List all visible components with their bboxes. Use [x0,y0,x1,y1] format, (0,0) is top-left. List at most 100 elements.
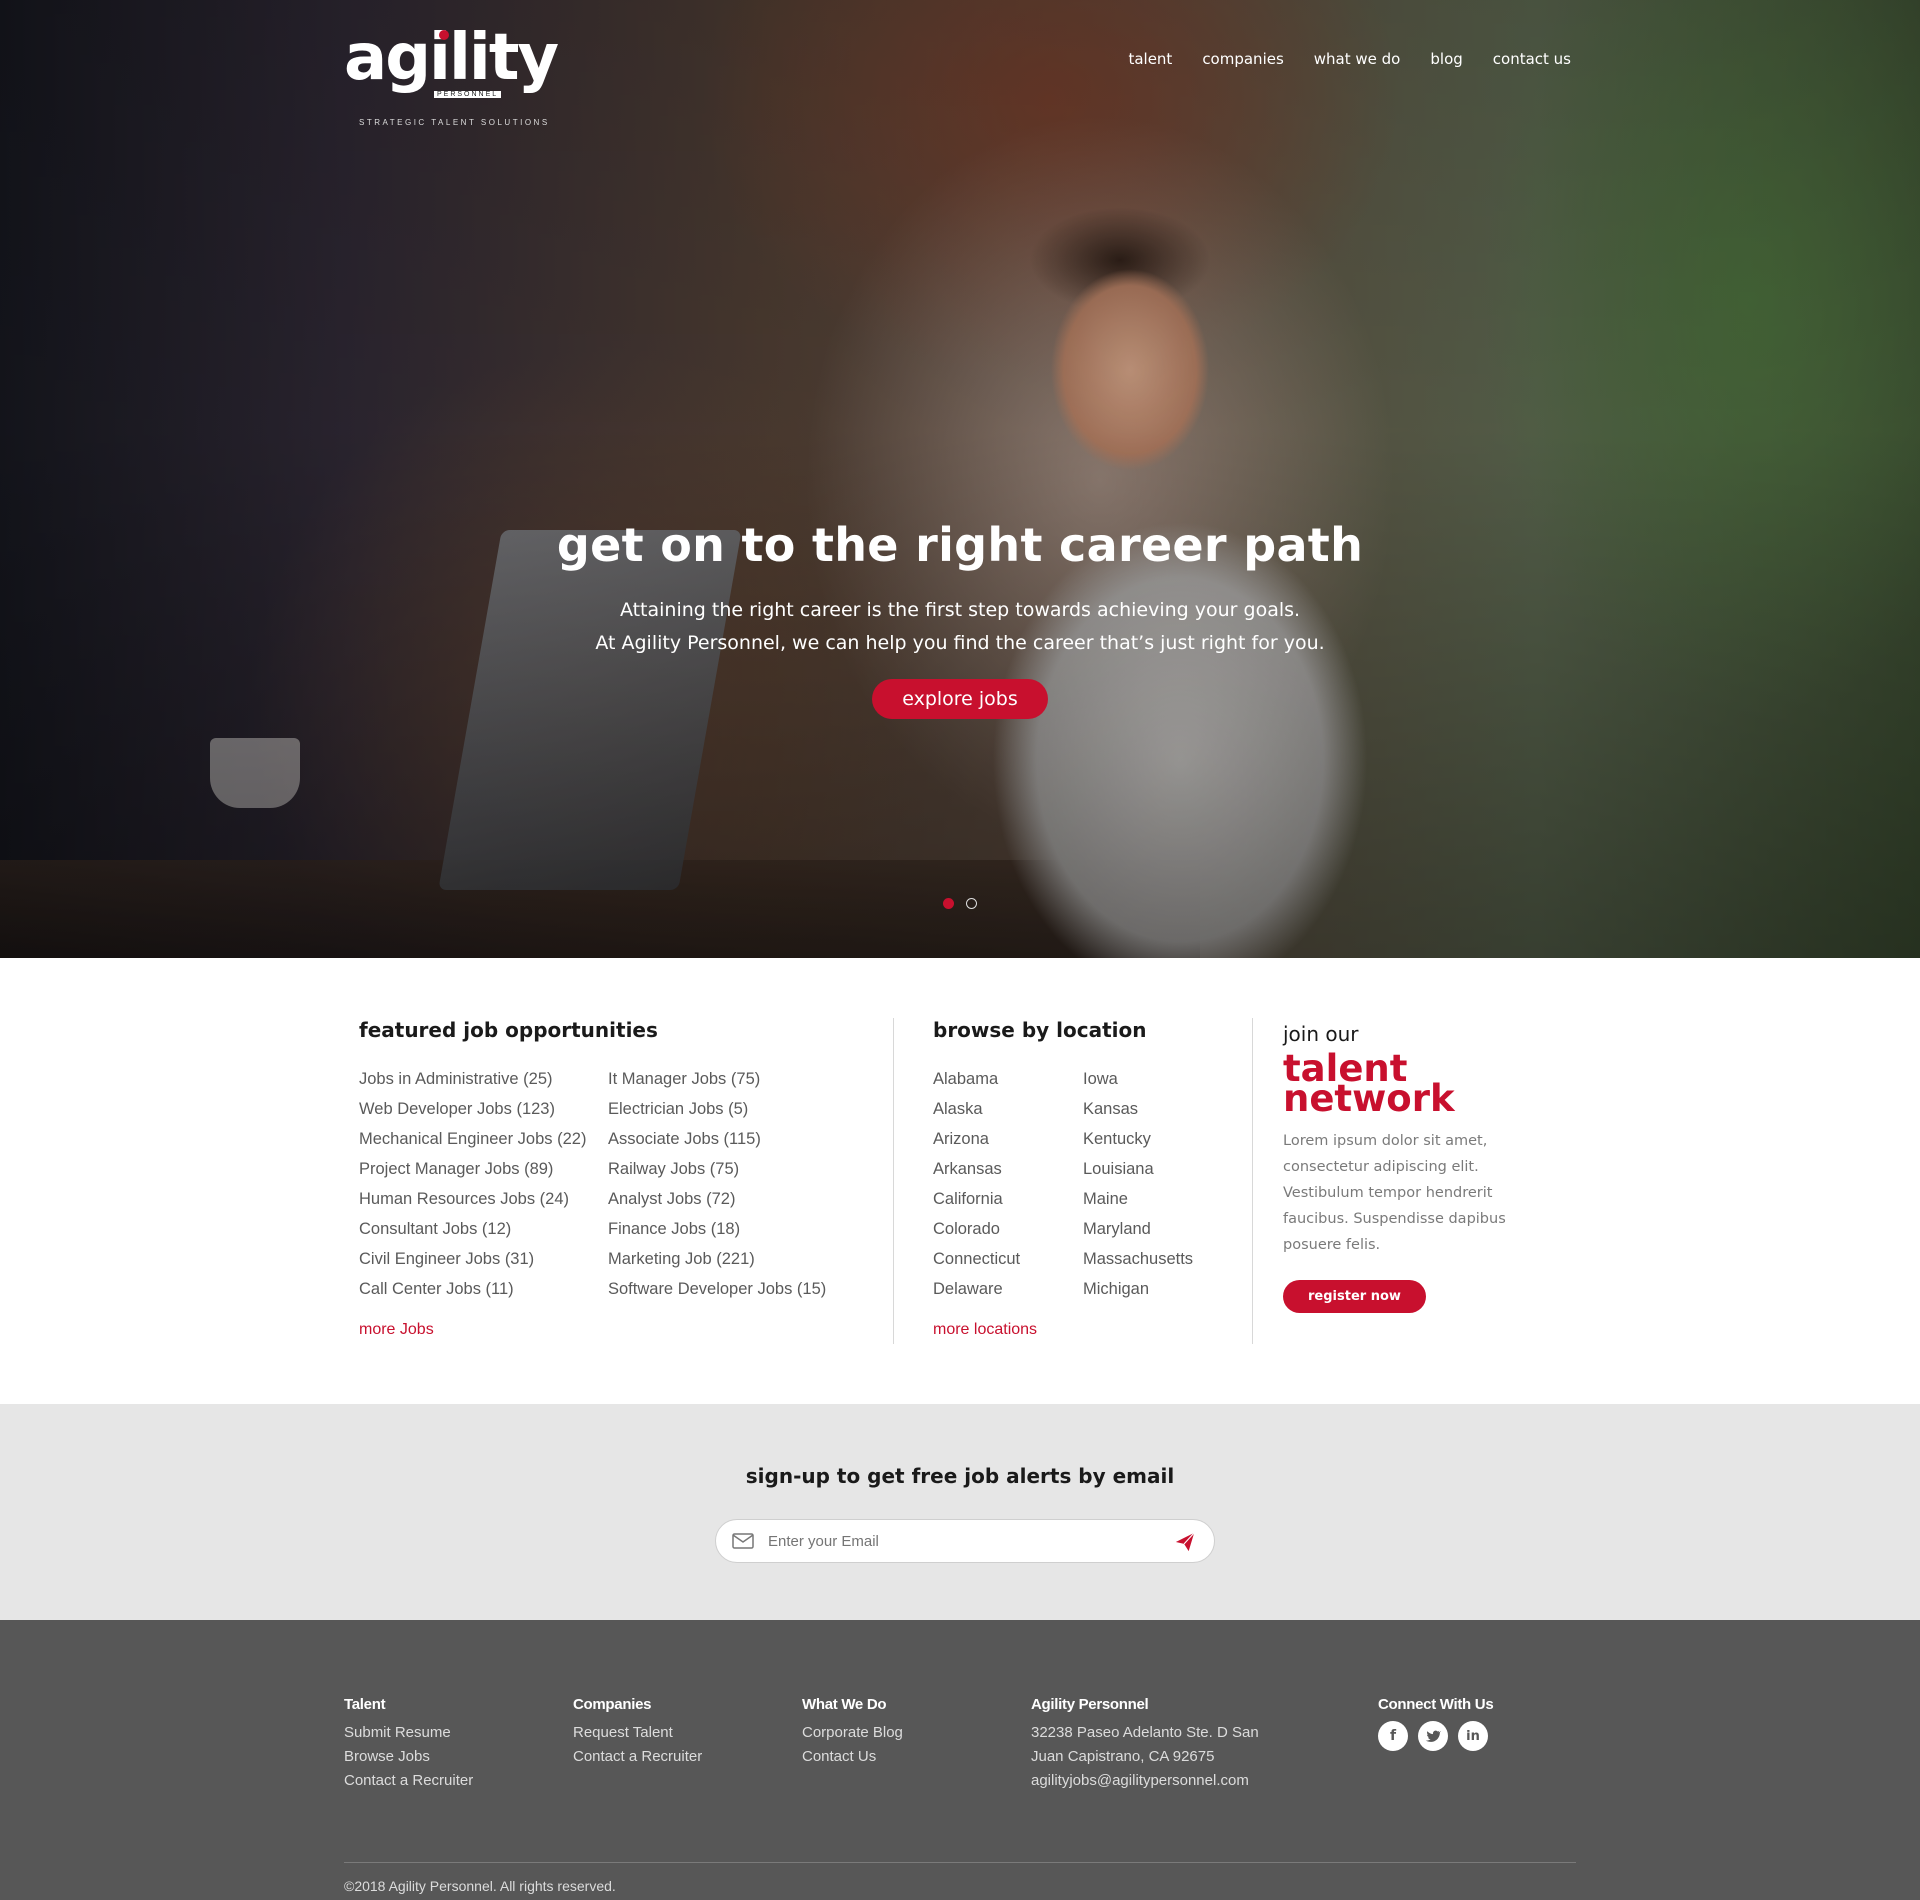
location-link[interactable]: Maryland [1083,1214,1233,1244]
facebook-icon[interactable]: f [1378,1721,1408,1751]
slider-dots [943,898,977,909]
footer-link[interactable]: Contact Us [802,1745,903,1769]
footer-link[interactable]: Contact a Recruiter [344,1769,473,1793]
nav-blog[interactable]: blog [1430,50,1462,68]
footer-link[interactable]: Request Talent [573,1721,702,1745]
footer-what-we-do: What We Do Corporate Blog Contact Us [802,1696,903,1769]
footer-email-link[interactable]: agilityjobs@agilitypersonnel.com [1031,1769,1259,1793]
location-link[interactable]: Michigan [1083,1274,1233,1304]
nav-contact-us[interactable]: contact us [1493,50,1571,68]
featured-jobs: featured job opportunities Jobs in Admin… [359,1018,879,1339]
footer-what-we-do-title: What We Do [802,1696,887,1713]
location-link[interactable]: Delaware [933,1274,1083,1304]
location-link[interactable]: Maine [1083,1184,1233,1214]
location-link[interactable]: Kentucky [1083,1124,1233,1154]
job-link[interactable]: Project Manager Jobs (89) [359,1154,608,1184]
job-link[interactable]: Finance Jobs (18) [608,1214,826,1244]
nav-talent[interactable]: talent [1128,50,1172,68]
logo[interactable]: agility PERSONNEL STRATEGIC TALENT SOLUT… [344,26,559,136]
hero-overlay [0,0,1920,958]
talent-network: join our talent network Lorem ipsum dolo… [1283,1022,1543,1313]
copyright: ©2018 Agility Personnel. All rights rese… [344,1878,616,1894]
footer-connect: Connect With Us f in [1378,1696,1494,1751]
hero-content: get on to the right career path Attainin… [0,518,1920,719]
location-list-2: Iowa Kansas Kentucky Louisiana Maine Mar… [1083,1064,1233,1304]
nav-companies[interactable]: companies [1202,50,1283,68]
logo-tagline: STRATEGIC TALENT SOLUTIONS [359,118,550,127]
footer-divider [344,1862,1576,1863]
job-link[interactable]: Web Developer Jobs (123) [359,1094,608,1124]
job-link[interactable]: Railway Jobs (75) [608,1154,826,1184]
browse-by-location: browse by location Alabama Alaska Arizon… [933,1018,1233,1339]
footer-link[interactable]: Contact a Recruiter [573,1745,702,1769]
job-link[interactable]: Marketing Job (221) [608,1244,826,1274]
location-link[interactable]: Colorado [933,1214,1083,1244]
column-divider [1252,1018,1253,1344]
location-link[interactable]: Massachusetts [1083,1244,1233,1274]
job-link[interactable]: Associate Jobs (115) [608,1124,826,1154]
location-link[interactable]: Arizona [933,1124,1083,1154]
job-link[interactable]: Mechanical Engineer Jobs (22) [359,1124,608,1154]
job-link[interactable]: Analyst Jobs (72) [608,1184,826,1214]
mail-icon [732,1533,754,1549]
location-link[interactable]: Iowa [1083,1064,1233,1094]
job-link[interactable]: Jobs in Administrative (25) [359,1064,608,1094]
job-link[interactable]: Electrician Jobs (5) [608,1094,826,1124]
location-link[interactable]: California [933,1184,1083,1214]
job-link[interactable]: Call Center Jobs (11) [359,1274,608,1304]
location-link[interactable]: Connecticut [933,1244,1083,1274]
network-description: Lorem ipsum dolor sit amet, consectetur … [1283,1133,1506,1253]
hero-subtitle: Attaining the right career is the first … [0,594,1920,660]
footer-talent: Talent Submit Resume Browse Jobs Contact… [344,1696,473,1793]
more-locations-link[interactable]: more locations [933,1321,1233,1339]
footer-address-line-2: Juan Capistrano, CA 92675 [1031,1748,1215,1765]
social-links: f in [1378,1721,1493,1751]
location-link[interactable]: Louisiana [1083,1154,1233,1184]
hero-title: get on to the right career path [556,518,1364,572]
footer: Talent Submit Resume Browse Jobs Contact… [0,1620,1920,1900]
job-link[interactable]: Human Resources Jobs (24) [359,1184,608,1214]
slider-dot-1[interactable] [943,898,954,909]
listings-section: featured job opportunities Jobs in Admin… [0,958,1920,1404]
register-now-button[interactable]: register now [1283,1280,1426,1313]
column-divider [893,1018,894,1344]
slider-dot-2[interactable] [966,898,977,909]
featured-jobs-title: featured job opportunities [359,1018,658,1042]
email-input[interactable] [766,1531,1146,1551]
hero-subtitle-line-1: Attaining the right career is the first … [619,599,1301,621]
logo-sub: PERSONNEL [434,91,502,98]
logo-dot [439,30,449,40]
paper-plane-icon[interactable] [1174,1531,1196,1553]
footer-companies-title: Companies [573,1696,652,1713]
location-link[interactable]: Alabama [933,1064,1083,1094]
job-link[interactable]: It Manager Jobs (75) [608,1064,826,1094]
location-list-1: Alabama Alaska Arizona Arkansas Californ… [933,1064,1083,1304]
hero-section: agility PERSONNEL STRATEGIC TALENT SOLUT… [0,0,1920,958]
main-nav: talent companies what we do blog contact… [1098,50,1571,68]
email-signup-field [715,1519,1215,1563]
nav-what-we-do[interactable]: what we do [1314,50,1401,68]
job-alerts-title: sign-up to get free job alerts by email [745,1464,1175,1488]
location-link[interactable]: Arkansas [933,1154,1083,1184]
linkedin-icon[interactable]: in [1458,1721,1488,1751]
network-heading-line-2: network [1283,1077,1455,1120]
footer-agility: Agility Personnel 32238 Paseo Adelanto S… [1031,1696,1259,1793]
footer-address-line-1: 32238 Paseo Adelanto Ste. D San [1031,1724,1259,1741]
more-jobs-link[interactable]: more Jobs [359,1321,879,1339]
explore-jobs-button[interactable]: explore jobs [872,679,1048,719]
location-title: browse by location [933,1018,1147,1042]
twitter-icon[interactable] [1418,1721,1448,1751]
featured-jobs-list-2: It Manager Jobs (75) Electrician Jobs (5… [608,1064,826,1304]
job-link[interactable]: Consultant Jobs (12) [359,1214,608,1244]
job-link[interactable]: Civil Engineer Jobs (31) [359,1244,608,1274]
footer-link[interactable]: Submit Resume [344,1721,473,1745]
job-alerts-section: sign-up to get free job alerts by email [0,1404,1920,1620]
job-link[interactable]: Software Developer Jobs (15) [608,1274,826,1304]
location-link[interactable]: Alaska [933,1094,1083,1124]
footer-link[interactable]: Corporate Blog [802,1721,903,1745]
footer-link[interactable]: Browse Jobs [344,1745,473,1769]
location-link[interactable]: Kansas [1083,1094,1233,1124]
featured-jobs-list-1: Jobs in Administrative (25) Web Develope… [359,1064,608,1304]
footer-connect-title: Connect With Us [1378,1696,1494,1713]
footer-companies: Companies Request Talent Contact a Recru… [573,1696,702,1769]
